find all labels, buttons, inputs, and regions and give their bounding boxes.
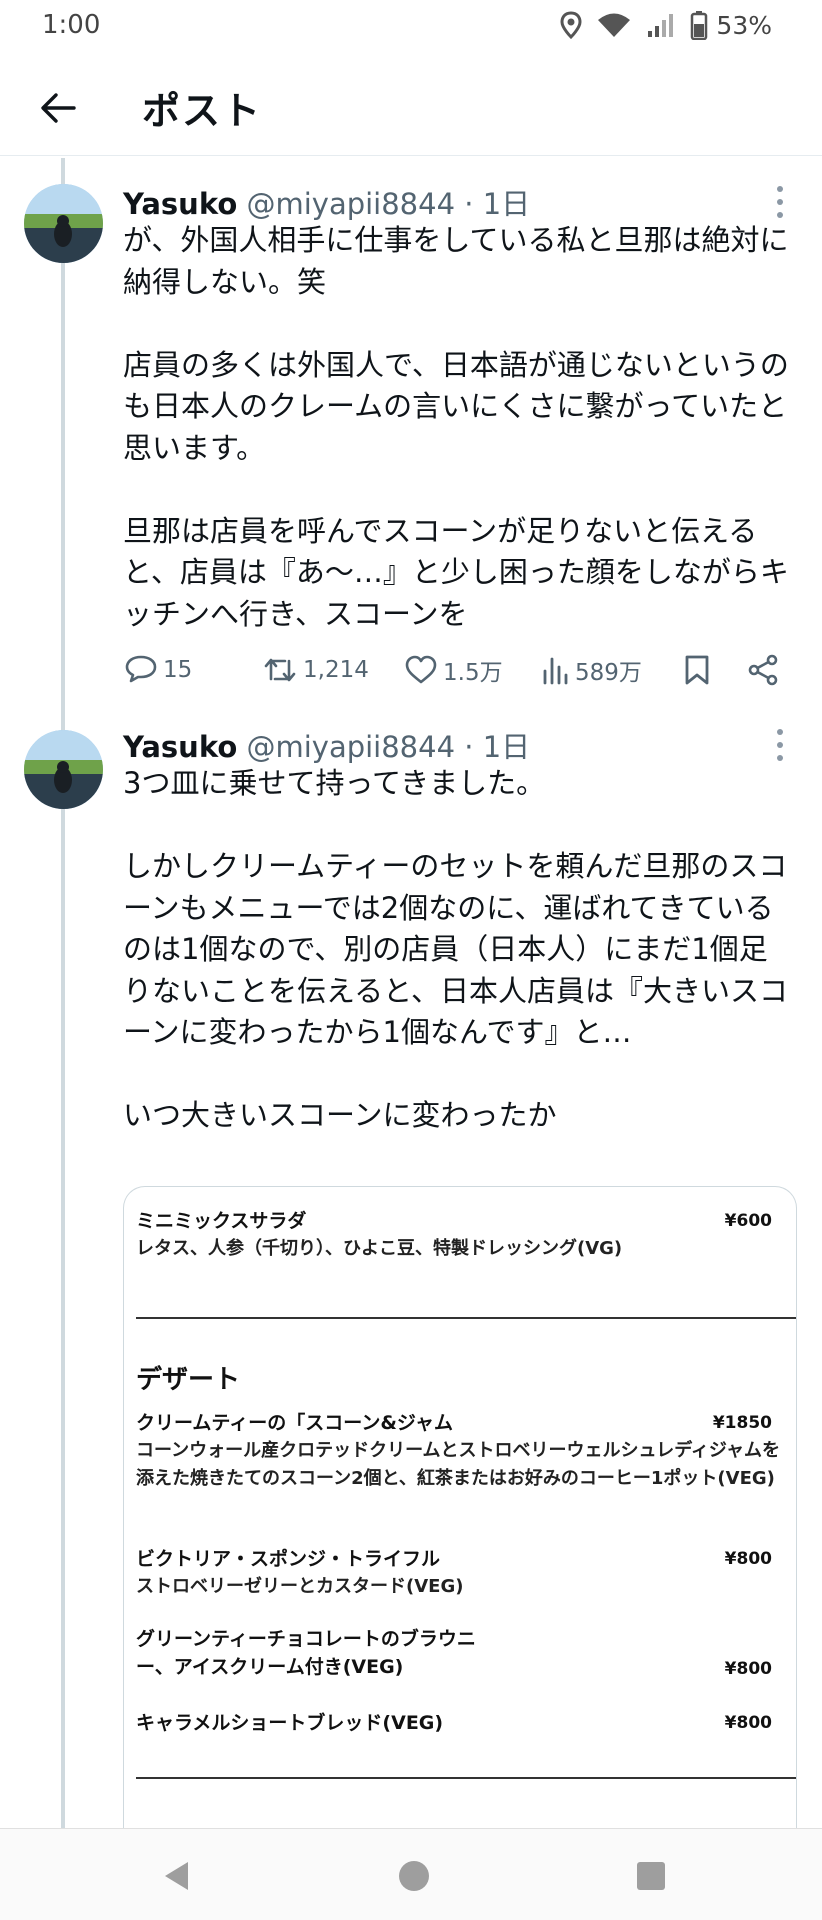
menu-item-price: ¥800: [724, 1659, 772, 1679]
menu-item: ミニミックスサラダ レタス、人参（千切り）、ひよこ豆、特製ドレッシング(VG) …: [136, 1207, 786, 1263]
square-recents-icon: [637, 1862, 665, 1890]
system-nav-bar: [0, 1828, 822, 1920]
more-options-button[interactable]: [768, 725, 792, 765]
author-name[interactable]: Yasuko: [123, 730, 237, 764]
menu-item-price: ¥1850: [712, 1413, 772, 1433]
menu-item-price: ¥600: [724, 1211, 772, 1231]
menu-section-title: デザート: [136, 1365, 241, 1395]
tweet-text: 3つ皿に乗せて持ってきました。 しかしクリームティーのセットを頼んだ旦那のスコー…: [123, 766, 788, 1132]
tweet-header: Yasuko @miyapii8844 · 1日: [123, 724, 530, 766]
avatar[interactable]: [24, 730, 103, 809]
menu-item: ビクトリア・スポンジ・トライフル ストロベリーゼリーとカスタード(VEG) ¥8…: [136, 1545, 786, 1601]
menu-item-desc: レタス、人参（千切り）、ひよこ豆、特製ドレッシング(VG): [136, 1238, 623, 1259]
menu-divider: [136, 1777, 796, 1779]
menu-item-name: ビクトリア・スポンジ・トライフル: [136, 1548, 441, 1570]
nav-back-button[interactable]: [152, 1851, 202, 1901]
tweet[interactable]: Yasuko @miyapii8844 · 1日 3つ皿に乗せて持ってきました。…: [0, 0, 822, 1846]
nav-home-button[interactable]: [389, 1851, 439, 1901]
attached-image[interactable]: ミニミックスサラダ レタス、人参（千切り）、ひよこ豆、特製ドレッシング(VG) …: [123, 1186, 797, 1846]
menu-item: キャラメルショートブレッド(VEG) ¥800: [136, 1709, 786, 1737]
menu-item-name: グリーンティーチョコレートのブラウニー、アイスクリーム付き(VEG): [136, 1628, 476, 1678]
menu-item: クリームティーの「スコーン&ジャム コーンウォール産クロテッドクリームとストロベ…: [136, 1409, 786, 1493]
menu-divider: [136, 1317, 796, 1319]
menu-item-desc: ストロベリーゼリーとカスタード(VEG): [136, 1576, 464, 1597]
menu-item-name: ミニミックスサラダ: [136, 1210, 307, 1232]
menu-item-price: ¥800: [724, 1549, 772, 1569]
author-handle[interactable]: @miyapii8844 · 1日: [246, 730, 530, 764]
menu-item-price: ¥800: [724, 1713, 772, 1733]
circle-home-icon: [399, 1861, 429, 1891]
avatar-image: [24, 730, 103, 809]
menu-item-name: クリームティーの「スコーン&ジャム: [136, 1412, 453, 1434]
triangle-back-icon: [165, 1862, 188, 1890]
menu-item-name: キャラメルショートブレッド(VEG): [136, 1712, 444, 1734]
nav-recents-button[interactable]: [626, 1851, 676, 1901]
menu-item-desc: コーンウォール産クロテッドクリームとストロベリーウェルシュレディジャムを添えた焼…: [136, 1440, 781, 1489]
menu-item: グリーンティーチョコレートのブラウニー、アイスクリーム付き(VEG) ¥800: [136, 1625, 786, 1681]
